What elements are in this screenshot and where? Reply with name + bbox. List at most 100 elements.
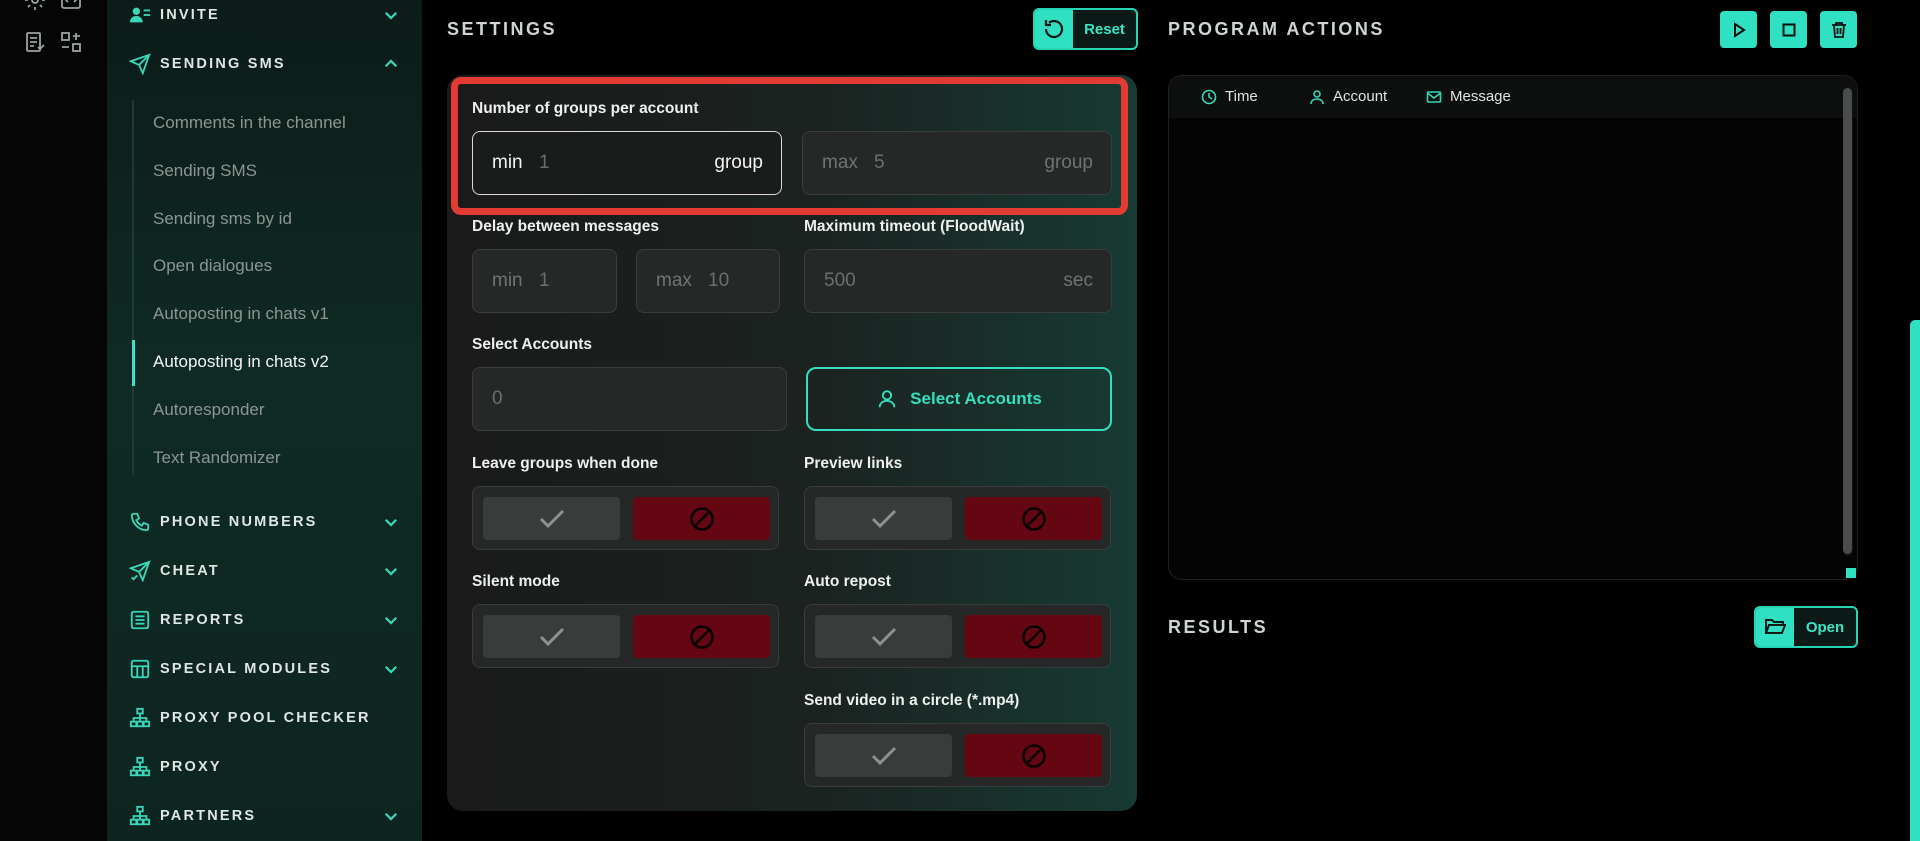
sidebar-item-open-dialogues[interactable]: Open dialogues [153,256,272,276]
sidebar-section-partners[interactable]: PARTNERS [107,801,422,831]
active-indicator [132,340,135,386]
check-icon [871,746,896,765]
unit-label: sec [1063,270,1093,291]
play-button[interactable] [1720,11,1757,48]
code-window-icon[interactable] [59,0,83,12]
phone-icon [130,512,150,532]
block-icon [1021,506,1046,531]
sidebar-section-invite[interactable]: INVITE [107,0,422,30]
report-icon [130,610,150,630]
delete-button[interactable] [1820,11,1857,48]
sidebar-item-autoresponder[interactable]: Autoresponder [153,400,265,420]
silent-mode-toggle [472,604,779,668]
chevron-down-icon[interactable] [382,660,400,678]
sidebar-item-autoposting-v2[interactable]: Autoposting in chats v2 [153,352,329,372]
preview-links-toggle [804,486,1111,550]
sidebar-section-label: REPORTS [160,612,246,628]
col-time-label: Time [1225,88,1258,105]
delay-max-input[interactable]: max 10 [636,249,780,313]
select-accounts-button[interactable]: Select Accounts [806,367,1112,431]
accounts-count-field: 0 [472,367,787,431]
sidebar-section-special-modules[interactable]: SPECIAL MODULES [107,654,422,684]
chevron-down-icon[interactable] [382,611,400,629]
highlight-box [451,77,1128,215]
select-accounts-button-label: Select Accounts [910,389,1042,408]
sidebar-section-label: PHONE NUMBERS [160,514,318,530]
toggle-no[interactable] [965,734,1102,777]
silent-mode-label: Silent mode [472,573,560,590]
sidebar-item-comments-in-channel[interactable]: Comments in the channel [153,113,346,133]
resize-handle[interactable] [1846,568,1856,578]
max-prefix: max [656,270,692,291]
log-header: Time Account Message [1169,76,1857,118]
toggle-no[interactable] [965,497,1102,540]
sidebar-section-reports[interactable]: REPORTS [107,605,422,635]
settings-title: SETTINGS [447,19,558,39]
sidebar-section-label: PARTNERS [160,808,257,824]
toggle-no[interactable] [965,615,1102,658]
toggle-yes[interactable] [815,615,952,658]
send-video-toggle [804,723,1111,787]
reset-button[interactable]: Reset [1033,8,1138,50]
sidebar-item-sending-sms-by-id[interactable]: Sending sms by id [153,209,292,229]
sidebar-section-cheat[interactable]: CHEAT [107,556,422,586]
network-icon [129,756,151,777]
task-list-icon[interactable] [23,30,47,54]
min-prefix: min [492,270,523,291]
select-accounts-label: Select Accounts [472,336,593,353]
col-account-label: Account [1333,88,1388,105]
max-value: 10 [708,270,730,291]
toggle-no[interactable] [633,497,770,540]
delay-min-input[interactable]: min 1 [472,249,617,313]
open-results-button[interactable]: Open [1754,606,1858,648]
chevron-down-icon[interactable] [382,562,400,580]
sidebar-section-sending-sms[interactable]: SENDING SMS [107,49,422,79]
timeout-input[interactable]: 500 sec [804,249,1112,313]
chevron-down-icon[interactable] [382,807,400,825]
block-icon [1021,743,1046,768]
clock-icon [1201,89,1217,104]
col-message: Message [1426,88,1511,105]
sidebar-section-proxy-pool-checker[interactable]: PROXY POOL CHECKER [107,703,422,733]
timeout-value: 500 [824,270,856,291]
trash-icon [1831,21,1846,38]
sidebar-section-label: SPECIAL MODULES [160,661,333,677]
auto-repost-toggle [804,604,1111,668]
sidebar-section-proxy[interactable]: PROXY [107,752,422,782]
network-icon [129,805,151,826]
chevron-down-icon[interactable] [382,513,400,531]
gear-icon[interactable] [23,0,47,12]
sidebar-section-phone-numbers[interactable]: PHONE NUMBERS [107,507,422,537]
user-icon [878,390,896,408]
sidebar-item-autoposting-v1[interactable]: Autoposting in chats v1 [153,304,329,324]
toggle-yes[interactable] [815,734,952,777]
stop-icon [1782,23,1795,36]
sidebar-section-label: SENDING SMS [160,56,286,72]
toggle-no[interactable] [633,615,770,658]
sidebar-section-label: CHEAT [160,563,220,579]
check-icon [539,509,564,528]
leave-groups-toggle [472,486,779,550]
modules-icon[interactable] [59,30,83,54]
actions-log-table[interactable]: Time Account Message [1168,75,1858,580]
network-icon [129,707,151,728]
user-icon [1310,89,1324,104]
sidebar-item-text-randomizer[interactable]: Text Randomizer [153,448,281,468]
results-title: RESULTS [1168,617,1269,637]
toggle-yes[interactable] [815,497,952,540]
block-icon [689,624,714,649]
program-actions-title: PROGRAM ACTIONS [1168,19,1385,39]
sidebar-section-label: INVITE [160,7,220,23]
stop-button[interactable] [1770,11,1807,48]
log-scrollbar-thumb[interactable] [1843,88,1852,554]
send-check-icon [129,560,151,582]
sidebar-item-sending-sms[interactable]: Sending SMS [153,161,257,181]
chevron-down-icon[interactable] [382,6,400,24]
chevron-up-icon[interactable] [382,55,400,73]
toggle-yes[interactable] [483,615,620,658]
refresh-icon [1035,10,1073,48]
sidebar-section-label: PROXY [160,759,222,775]
toggle-yes[interactable] [483,497,620,540]
page-scrollbar[interactable] [1910,320,1920,841]
check-icon [871,509,896,528]
